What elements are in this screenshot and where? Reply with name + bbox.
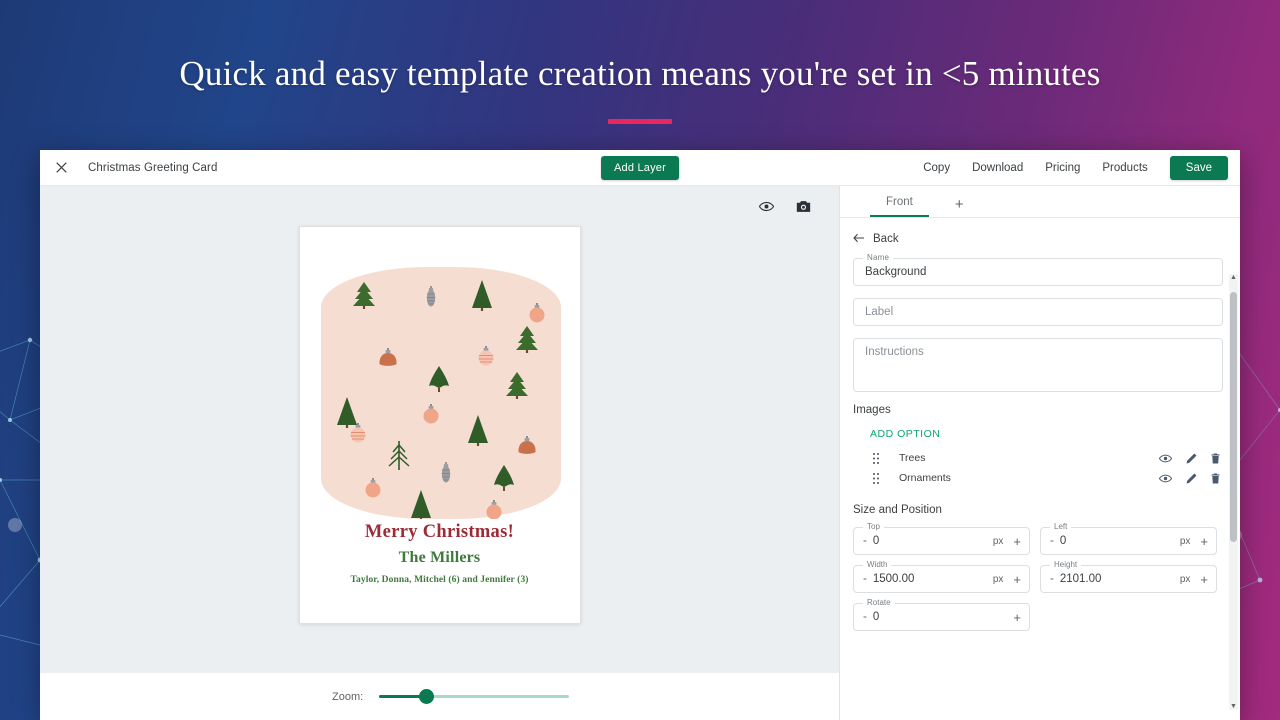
back-button[interactable]: Back: [853, 218, 1223, 258]
width-field[interactable]: Width - 1500.00 px +: [853, 565, 1030, 593]
canvas-tools: [40, 186, 839, 220]
name-input[interactable]: Background: [853, 258, 1223, 286]
left-increment-button[interactable]: +: [1200, 535, 1208, 548]
height-field[interactable]: Height - 2101.00 px +: [1040, 565, 1217, 593]
eye-icon[interactable]: [1159, 474, 1172, 483]
height-input[interactable]: 2101.00: [1060, 573, 1102, 585]
close-icon[interactable]: [48, 155, 74, 181]
pencil-icon[interactable]: [1186, 473, 1197, 484]
top-unit: px: [993, 536, 1004, 547]
app-toolbar: Christmas Greeting Card Add Layer Copy D…: [40, 150, 1240, 186]
left-input[interactable]: 0: [1060, 535, 1066, 547]
top-increment-button[interactable]: +: [1013, 535, 1021, 548]
image-option-name: Trees: [899, 452, 925, 464]
width-decrement-button[interactable]: -: [863, 573, 867, 585]
scroll-up-arrow-icon[interactable]: ▲: [1229, 274, 1238, 281]
rotate-increment-button[interactable]: +: [1013, 611, 1021, 624]
image-option-name: Ornaments: [899, 472, 951, 484]
document-title: Christmas Greeting Card: [88, 162, 217, 174]
left-field-legend: Left: [1050, 522, 1071, 531]
eye-icon[interactable]: [1159, 454, 1172, 463]
top-decrement-button[interactable]: -: [863, 535, 867, 547]
left-field[interactable]: Left - 0 px +: [1040, 527, 1217, 555]
scroll-down-arrow-icon[interactable]: ▼: [1229, 703, 1238, 710]
card-family-name: The Millers: [300, 549, 580, 567]
size-position-grid: Top - 0 px + Left -: [853, 527, 1223, 631]
download-link[interactable]: Download: [972, 162, 1023, 174]
name-field-legend: Name: [863, 253, 893, 262]
canvas-stage[interactable]: Merry Christmas! The Millers Taylor, Don…: [40, 220, 839, 672]
width-increment-button[interactable]: +: [1013, 573, 1021, 586]
row-actions: [1159, 473, 1223, 484]
save-button[interactable]: Save: [1170, 156, 1228, 180]
greeting-card-artboard[interactable]: Merry Christmas! The Millers Taylor, Don…: [299, 226, 581, 624]
app-body: Merry Christmas! The Millers Taylor, Don…: [40, 186, 1240, 720]
tab-front[interactable]: Front: [870, 196, 929, 217]
arrow-left-icon: [853, 230, 865, 248]
top-field[interactable]: Top - 0 px +: [853, 527, 1030, 555]
zoom-slider-handle[interactable]: [419, 689, 434, 704]
card-illustration: [321, 267, 561, 519]
top-input[interactable]: 0: [873, 535, 879, 547]
add-layer-button[interactable]: Add Layer: [601, 156, 679, 180]
width-input[interactable]: 1500.00: [873, 573, 915, 585]
instructions-input[interactable]: Instructions: [853, 338, 1223, 392]
rotate-field-legend: Rotate: [863, 598, 895, 607]
plus-icon[interactable]: +: [949, 197, 970, 217]
back-label: Back: [873, 233, 899, 245]
headline-underline-rule: [608, 119, 672, 124]
card-greeting: Merry Christmas!: [300, 522, 580, 543]
zoom-bar: Zoom:: [40, 672, 839, 720]
eye-icon[interactable]: [759, 201, 774, 212]
card-member-names: Taylor, Donna, Mitchel (6) and Jennifer …: [300, 575, 580, 585]
products-link[interactable]: Products: [1102, 162, 1147, 174]
panel-scrollbar[interactable]: ▲ ▼: [1229, 274, 1238, 710]
promo-page: Quick and easy template creation means y…: [0, 0, 1280, 720]
size-position-title: Size and Position: [853, 504, 1223, 516]
width-unit: px: [993, 574, 1004, 585]
app-window: Christmas Greeting Card Add Layer Copy D…: [40, 150, 1240, 720]
list-item[interactable]: Ornaments: [853, 468, 1223, 488]
promo-headline: Quick and easy template creation means y…: [0, 54, 1280, 94]
left-unit: px: [1180, 536, 1191, 547]
layer-properties-panel: Front + Back Name Backgroun: [840, 186, 1240, 720]
name-field[interactable]: Name Background: [853, 258, 1223, 286]
instructions-field[interactable]: Instructions: [853, 338, 1223, 392]
zoom-slider[interactable]: [379, 695, 569, 698]
camera-icon[interactable]: [796, 200, 811, 213]
label-field[interactable]: Label: [853, 298, 1223, 326]
height-field-legend: Height: [1050, 560, 1081, 569]
drag-handle-icon[interactable]: [870, 453, 882, 464]
top-field-legend: Top: [863, 522, 884, 531]
canvas-column: Merry Christmas! The Millers Taylor, Don…: [40, 186, 840, 720]
height-increment-button[interactable]: +: [1200, 573, 1208, 586]
row-actions: [1159, 453, 1223, 464]
height-decrement-button[interactable]: -: [1050, 573, 1054, 585]
zoom-label: Zoom:: [332, 691, 363, 703]
scrollbar-thumb[interactable]: [1230, 292, 1237, 542]
rotate-decrement-button[interactable]: -: [863, 611, 867, 623]
pencil-icon[interactable]: [1186, 453, 1197, 464]
copy-link[interactable]: Copy: [923, 162, 950, 174]
toolbar-actions: Copy Download Pricing Products Save: [923, 156, 1228, 180]
trash-icon[interactable]: [1211, 453, 1220, 464]
left-decrement-button[interactable]: -: [1050, 535, 1054, 547]
card-text-block: Merry Christmas! The Millers Taylor, Don…: [300, 522, 580, 585]
height-unit: px: [1180, 574, 1191, 585]
panel-tabs: Front +: [840, 186, 1240, 218]
width-field-legend: Width: [863, 560, 891, 569]
label-input[interactable]: Label: [853, 298, 1223, 326]
rotate-field[interactable]: Rotate - 0 +: [853, 603, 1030, 631]
rotate-input[interactable]: 0: [873, 611, 879, 623]
add-option-button[interactable]: ADD OPTION: [870, 428, 940, 440]
list-item[interactable]: Trees: [853, 448, 1223, 468]
images-section-title: Images: [853, 404, 1223, 416]
drag-handle-icon[interactable]: [870, 473, 882, 484]
pricing-link[interactable]: Pricing: [1045, 162, 1080, 174]
panel-content: Back Name Background Label Instructions …: [840, 218, 1240, 720]
trash-icon[interactable]: [1211, 473, 1220, 484]
